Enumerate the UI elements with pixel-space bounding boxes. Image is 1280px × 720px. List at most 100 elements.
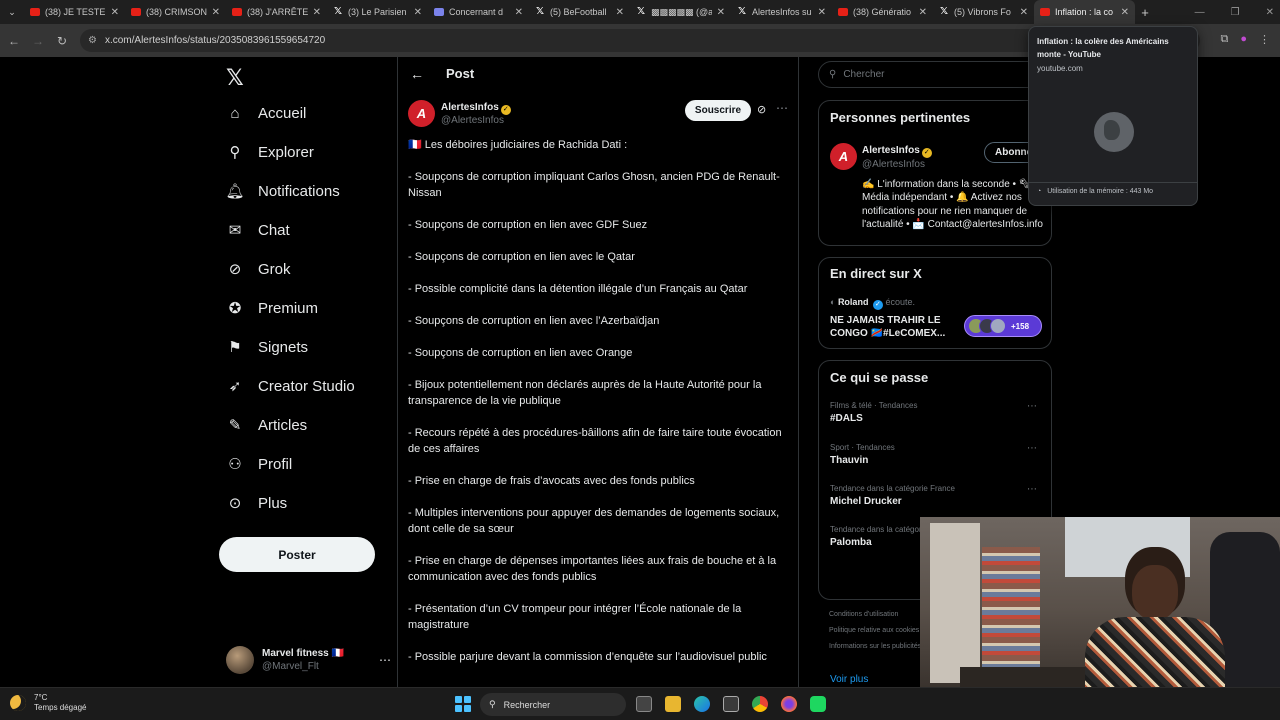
firefox-icon[interactable] xyxy=(781,696,797,712)
store-icon[interactable] xyxy=(723,696,739,712)
browser-tab[interactable]: 𝕏 (5) BeFootball ✕ xyxy=(529,0,630,24)
nav-item-label: Signets xyxy=(258,338,309,356)
grok-icon[interactable]: ⊘ xyxy=(757,103,766,116)
live-listeners-pill[interactable]: +158 xyxy=(964,315,1042,337)
close-tab-icon[interactable]: ✕ xyxy=(111,7,119,18)
nav-item-creator-studio[interactable]: ➶ Creator Studio xyxy=(226,377,355,396)
site-info-icon[interactable]: ⚙ xyxy=(88,35,97,46)
nav-item-label: Explorer xyxy=(258,143,314,161)
search-input[interactable]: ⚲ Chercher xyxy=(818,61,1048,88)
browser-tab[interactable]: (38) JE TESTE L ✕ xyxy=(24,0,125,24)
nav-item-chat[interactable]: ✉ Chat xyxy=(226,221,290,240)
close-tab-icon[interactable]: ✕ xyxy=(313,7,321,18)
nav-item-explorer[interactable]: ⚲ Explorer xyxy=(226,143,314,162)
menu-icon[interactable]: ⋮ xyxy=(1259,33,1270,46)
close-tab-icon[interactable]: ✕ xyxy=(212,7,220,18)
maximize-icon[interactable]: ❐ xyxy=(1231,7,1240,18)
minimize-icon[interactable]: — xyxy=(1195,7,1205,18)
close-window-icon[interactable]: ✕ xyxy=(1266,7,1274,18)
x-logo-icon: 𝕏 xyxy=(939,6,949,17)
show-more-link[interactable]: Voir plus xyxy=(830,674,868,685)
profile-icon[interactable]: ● xyxy=(1240,33,1247,46)
nav-item-notifications[interactable]: 🔔︎ Notifications xyxy=(225,182,339,201)
memory-text: Utilisation de la mémoire : 443 Mo xyxy=(1047,188,1154,195)
footer-link[interactable]: Politique relative aux cookies xyxy=(829,623,929,639)
task-view-icon[interactable] xyxy=(636,696,652,712)
nav-item-signets[interactable]: ⚑ Signets xyxy=(226,338,309,357)
post-line: - Prise en charge de frais d’avocats ave… xyxy=(408,475,695,487)
footer-link[interactable]: Conditions d'utilisation xyxy=(829,607,929,623)
post-line: - Soupçons de corruption en lien avec Or… xyxy=(408,347,633,359)
browser-tab[interactable]: (38) CRIMSON ✕ xyxy=(125,0,226,24)
browser-tab[interactable]: 𝕏 AlertesInfos su ✕ xyxy=(731,0,832,24)
author-name-row[interactable]: AlertesInfos ✓ xyxy=(441,102,511,115)
tab-search-icon[interactable]: ⌄ xyxy=(0,7,24,18)
more-icon[interactable]: ⋯ xyxy=(379,653,391,667)
chrome-icon[interactable] xyxy=(752,696,768,712)
post-button[interactable]: Poster xyxy=(219,537,375,572)
browser-tab[interactable]: 𝕏 ▩▩▩▩▩ (@a ✕ xyxy=(630,0,731,24)
x-logo-icon[interactable]: 𝕏 xyxy=(226,65,244,91)
file-explorer-icon[interactable] xyxy=(665,696,681,712)
author-handle[interactable]: @AlertesInfos xyxy=(441,115,504,126)
new-tab-button[interactable]: + xyxy=(1135,5,1155,20)
more-icon[interactable]: ⋯ xyxy=(1027,401,1037,412)
author-avatar[interactable]: A xyxy=(408,100,435,127)
close-tab-icon[interactable]: ✕ xyxy=(414,7,422,18)
close-tab-icon[interactable]: ✕ xyxy=(919,7,927,18)
webcam-body xyxy=(1085,617,1225,687)
relevant-avatar[interactable]: A xyxy=(830,143,857,170)
tab-title: (3) Le Parisien xyxy=(348,7,407,17)
relevant-name-row[interactable]: AlertesInfos ✓ xyxy=(862,145,932,158)
extensions-icon[interactable]: ⧉ xyxy=(1220,33,1228,46)
close-tab-icon[interactable]: ✕ xyxy=(616,7,624,18)
subscribe-button[interactable]: Souscrire xyxy=(685,100,751,121)
tab-list: (38) JE TESTE L✕(38) CRIMSON✕(38) J'ARRÊ… xyxy=(24,0,1135,24)
grok-icon: ⊘ xyxy=(228,261,242,278)
close-tab-icon[interactable]: ✕ xyxy=(818,7,826,18)
tab-title: AlertesInfos su xyxy=(752,7,812,17)
nav-item-premium[interactable]: ✪ Premium xyxy=(226,299,318,318)
more-icon[interactable]: ⋯ xyxy=(1027,443,1037,454)
youtube-icon xyxy=(30,8,40,16)
search-placeholder: Chercher xyxy=(843,69,885,80)
nav-item-accueil[interactable]: ⌂ Accueil xyxy=(226,104,306,122)
card-title: Personnes pertinentes xyxy=(830,110,971,125)
back-arrow-icon[interactable]: ← xyxy=(410,66,424,82)
nav-item-label: Articles xyxy=(258,416,308,434)
trend-item[interactable]: Tendance dans la catégorie France Michel … xyxy=(830,484,1045,507)
nav-item-articles[interactable]: ✎ Articles xyxy=(226,416,308,435)
app-icon[interactable] xyxy=(810,696,826,712)
forward-icon[interactable]: → xyxy=(26,34,50,48)
tab-title: (38) CRIMSON xyxy=(146,7,207,17)
reload-icon[interactable]: ↻ xyxy=(50,34,74,48)
tab-title: Concernant d xyxy=(449,7,504,17)
trend-item[interactable]: Films & télé · Tendances #DALS ⋯ xyxy=(830,401,1045,424)
more-icon[interactable]: ⋯ xyxy=(1027,484,1037,495)
back-icon[interactable]: ← xyxy=(2,34,26,48)
more-icon[interactable]: ⋯ xyxy=(776,101,788,115)
start-button[interactable] xyxy=(455,696,471,712)
close-tab-icon[interactable]: ✕ xyxy=(717,7,725,18)
browser-tab[interactable]: Concernant d ✕ xyxy=(428,0,529,24)
nav-item-grok[interactable]: ⊘ Grok xyxy=(226,260,291,279)
close-tab-icon[interactable]: ✕ xyxy=(1121,7,1129,18)
close-tab-icon[interactable]: ✕ xyxy=(515,7,523,18)
taskbar-search[interactable]: ⚲ Rechercher xyxy=(480,693,626,716)
weather-widget[interactable]: 7°C Temps dégagé xyxy=(10,693,86,713)
close-tab-icon[interactable]: ✕ xyxy=(1020,7,1028,18)
youtube-icon xyxy=(232,8,242,16)
browser-tab[interactable]: 𝕏 (5) Vibrons Fo ✕ xyxy=(933,0,1034,24)
edge-icon[interactable] xyxy=(694,696,710,712)
nav-item-profil[interactable]: ⚇ Profil xyxy=(226,455,292,474)
browser-tab[interactable]: 𝕏 (3) Le Parisien ✕ xyxy=(327,0,428,24)
nav-item-plus[interactable]: ⊙ Plus xyxy=(226,494,287,513)
live-space-title[interactable]: NE JAMAIS TRAHIR LE CONGO 🇨🇩#LeCOMEX... xyxy=(830,314,955,340)
trend-item[interactable]: Sport · Tendances Thauvin ⋯ xyxy=(830,443,1045,466)
browser-tab[interactable]: (38) Génératio ✕ xyxy=(832,0,933,24)
footer-link[interactable]: Informations sur les publicités xyxy=(829,639,929,655)
tab-title: (38) JE TESTE L xyxy=(45,7,106,17)
browser-tab[interactable]: (38) J'ARRÊTE T ✕ xyxy=(226,0,327,24)
browser-tab[interactable]: Inflation : la co ✕ xyxy=(1034,0,1135,24)
account-switcher[interactable]: Marvel fitness 🇫🇷 @Marvel_Flt ⋯ xyxy=(226,641,391,679)
